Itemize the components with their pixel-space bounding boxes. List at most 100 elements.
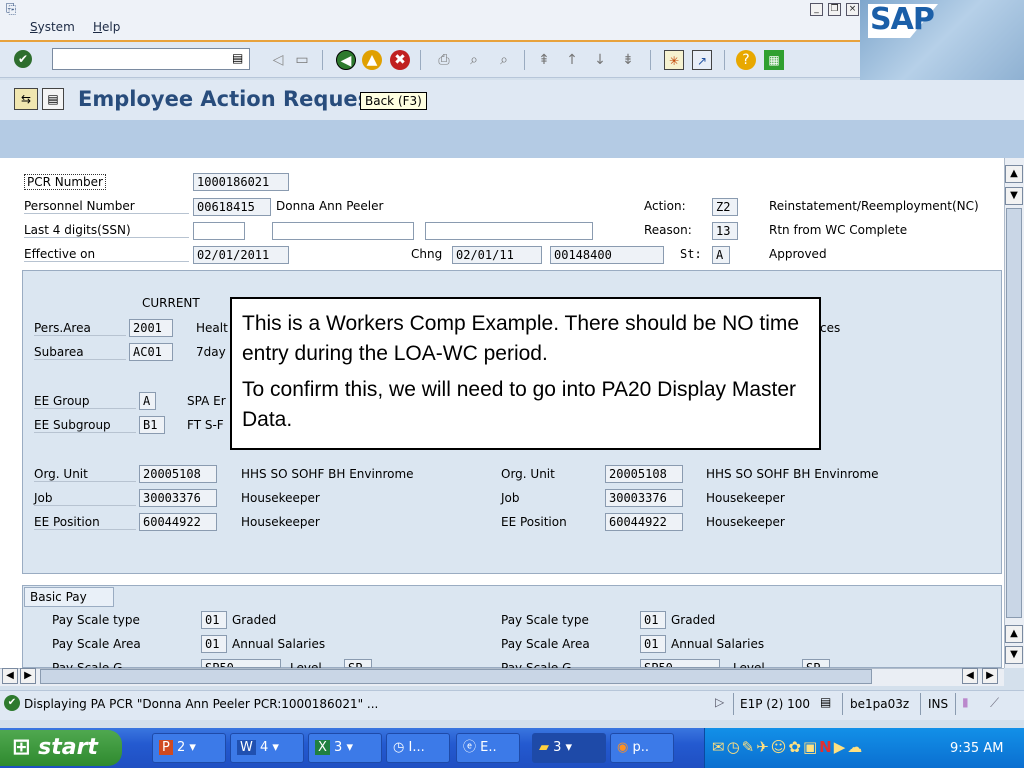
back-arrow-icon[interactable]: ◁ <box>268 50 288 70</box>
task-outlook[interactable]: ◷ I... <box>386 733 450 763</box>
system-list-icon[interactable]: ▤ <box>820 695 831 709</box>
ssn-extra-field-2[interactable] <box>425 222 593 240</box>
ee-subgroup-field[interactable]: B1 <box>139 416 165 434</box>
pay-scale-level-field[interactable]: SP <box>344 659 372 668</box>
toolbar-separator <box>420 50 421 70</box>
powerpoint-icon: P <box>159 740 173 755</box>
back-icon[interactable]: ◀ <box>336 50 356 70</box>
task-folder[interactable]: ▰ 3 ▾ <box>532 733 606 763</box>
pay-scale-type-field[interactable]: 01 <box>201 611 227 629</box>
restore-icon[interactable]: ❐ <box>828 3 841 16</box>
task-label: E.. <box>480 740 497 755</box>
task-ie[interactable]: ⓔ E.. <box>456 733 520 763</box>
pcr-number-field[interactable]: 1000186021 <box>193 173 289 191</box>
pay-scale-group-field[interactable]: SP50 <box>201 659 281 668</box>
toolbar-separator <box>322 50 323 70</box>
command-history-icon[interactable]: ▤ <box>232 51 243 65</box>
find-icon[interactable]: ⌕ <box>464 50 484 70</box>
current-heading: CURRENT <box>142 296 200 310</box>
effective-on-label: Effective on <box>24 247 189 262</box>
create-session-icon[interactable]: ✳ <box>664 50 684 70</box>
proposed-pay-scale-level-field[interactable]: SP <box>802 659 830 668</box>
proposed-org-unit-field[interactable]: 20005108 <box>605 465 683 483</box>
command-field[interactable] <box>52 48 250 70</box>
cancel-icon[interactable]: ✖ <box>390 50 410 70</box>
enter-icon[interactable]: ✔ <box>14 50 32 68</box>
shortcut-icon[interactable]: ↗ <box>692 50 712 70</box>
server-name: be1pa03z <box>850 697 910 711</box>
toolbar-separator <box>650 50 651 70</box>
horizontal-scroll-thumb[interactable] <box>40 669 872 684</box>
menu-help[interactable]: Help <box>93 20 120 34</box>
status-code-field[interactable]: A <box>712 246 730 264</box>
layout-icon[interactable]: ▦ <box>764 50 784 70</box>
task-excel[interactable]: X 3 ▾ <box>308 733 382 763</box>
tray-icons[interactable]: ✉◷✎✈☺✿▣N▶☁ <box>712 738 864 756</box>
minimize-icon[interactable]: _ <box>810 3 823 16</box>
scroll-page-up-icon[interactable]: ▲ <box>1005 625 1023 643</box>
ee-position-field[interactable]: 60044922 <box>139 513 217 531</box>
find-next-icon[interactable]: ⌕ <box>494 50 514 70</box>
help-icon[interactable]: ? <box>736 50 756 70</box>
scroll-up-icon[interactable]: ▲ <box>1005 165 1023 183</box>
first-page-icon[interactable]: ⇞ <box>534 50 554 70</box>
annotation-callout: This is a Workers Comp Example. There sh… <box>230 297 821 450</box>
scroll-left-icon[interactable]: ◀ <box>2 668 18 684</box>
pcr-number-label: PCR Number <box>24 174 106 190</box>
employee-name: Donna Ann Peeler <box>276 199 384 213</box>
exit-icon[interactable]: ▲ <box>362 50 382 70</box>
task-word[interactable]: W 4 ▾ <box>230 733 304 763</box>
right-pers-area-fragment: ces <box>820 321 841 335</box>
proposed-ee-position-field[interactable]: 60044922 <box>605 513 683 531</box>
menu-system[interactable]: System <box>30 20 75 34</box>
org-unit-field[interactable]: 20005108 <box>139 465 217 483</box>
subarea-field[interactable]: AC01 <box>129 343 173 361</box>
task-powerpoint[interactable]: P 2 ▾ <box>152 733 226 763</box>
basic-pay-tab[interactable]: Basic Pay <box>24 587 114 607</box>
pcr-icon[interactable]: ⇆ <box>14 88 38 110</box>
proposed-job-field[interactable]: 30003376 <box>605 489 683 507</box>
proposed-pay-scale-type-field[interactable]: 01 <box>640 611 666 629</box>
sap-window-icon[interactable]: ⎘ <box>6 2 16 17</box>
scroll-thumb[interactable] <box>1006 208 1022 618</box>
scroll-left-end-icon[interactable]: ◀ <box>962 668 978 684</box>
personnel-number-field[interactable]: 00618415 <box>193 198 271 216</box>
save-icon[interactable]: ▭ <box>292 50 312 70</box>
ee-group-field[interactable]: A <box>139 392 156 410</box>
next-page-icon[interactable]: ↓ <box>590 50 610 70</box>
pers-area-field[interactable]: 2001 <box>129 319 173 337</box>
close-icon[interactable]: × <box>846 3 859 16</box>
ee-group-label: EE Group <box>34 394 136 409</box>
proposed-pay-scale-area-label: Pay Scale Area <box>501 637 590 651</box>
print-icon[interactable]: ⎙ <box>434 50 454 70</box>
status-separator <box>842 693 843 715</box>
ssn-extra-field-1[interactable] <box>272 222 414 240</box>
scroll-down-small-icon[interactable]: ▼ <box>1005 187 1023 205</box>
scroll-page-down-icon[interactable]: ▼ <box>1005 646 1023 664</box>
effective-date-field[interactable]: 02/01/2011 <box>193 246 289 264</box>
proposed-job-text: Housekeeper <box>706 491 785 505</box>
pay-scale-area-field[interactable]: 01 <box>201 635 227 653</box>
action-code-field[interactable]: Z2 <box>712 198 738 216</box>
scroll-right-icon[interactable]: ▶ <box>20 668 36 684</box>
last-page-icon[interactable]: ⇟ <box>618 50 638 70</box>
change-user-field[interactable]: 00148400 <box>550 246 664 264</box>
proposed-pay-scale-area-field[interactable]: 01 <box>640 635 666 653</box>
status-expand-icon[interactable]: ▷ <box>715 695 724 709</box>
pay-scale-level-label: Level <box>290 661 322 668</box>
scroll-right-end-icon[interactable]: ▶ <box>982 668 998 684</box>
ssn-field[interactable] <box>193 222 245 240</box>
proposed-pay-scale-group-field[interactable]: SP50 <box>640 659 720 668</box>
resize-grip-icon[interactable]: ⟋ <box>990 696 999 711</box>
proposed-pay-scale-area-text: Annual Salaries <box>671 637 765 651</box>
previous-page-icon[interactable]: ↑ <box>562 50 582 70</box>
task-firefox[interactable]: ◉ p.. <box>610 733 674 763</box>
windows-flag-icon: ⊞ <box>12 735 31 760</box>
task-label: I... <box>408 740 425 755</box>
job-field[interactable]: 30003376 <box>139 489 217 507</box>
callout-paragraph-1: This is a Workers Comp Example. There sh… <box>242 312 800 365</box>
change-date-field[interactable]: 02/01/11 <box>452 246 542 264</box>
start-button[interactable]: ⊞ start <box>0 730 122 766</box>
document-icon[interactable]: ▤ <box>42 88 64 110</box>
reason-code-field[interactable]: 13 <box>712 222 738 240</box>
